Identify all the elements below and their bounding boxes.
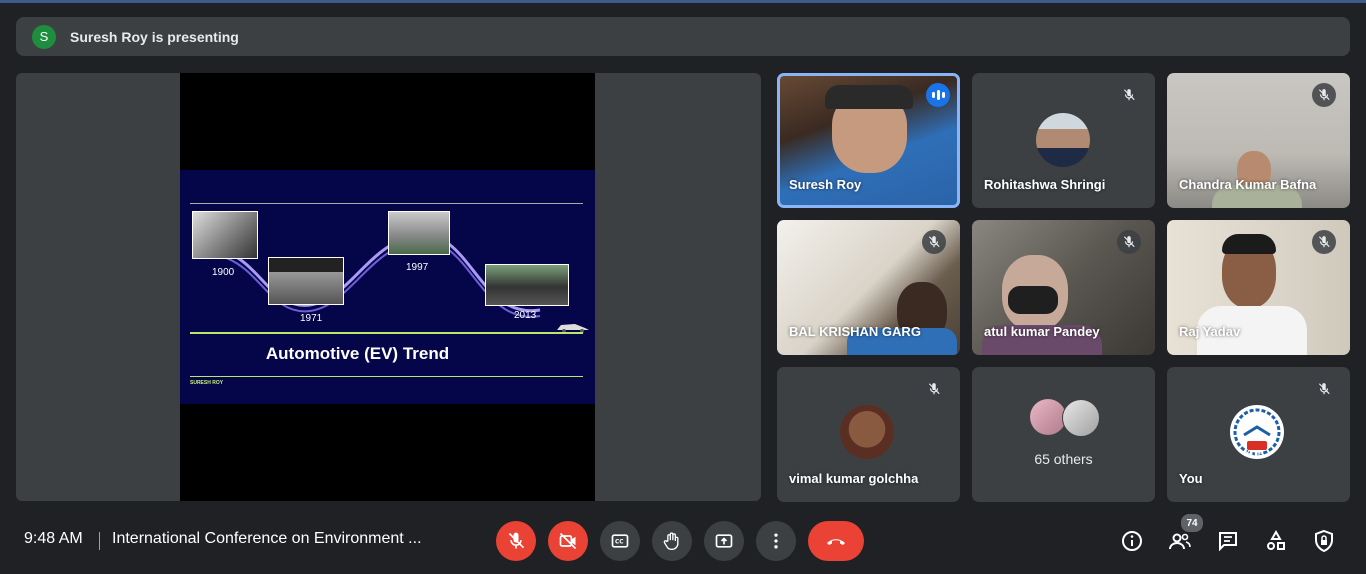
participant-tile-rohitashwa[interactable]: Rohitashwa Shringi (972, 73, 1155, 208)
slide-title: Automotive (EV) Trend (265, 344, 450, 363)
logo-text: KITE (1245, 449, 1264, 458)
speaking-indicator-icon (926, 83, 950, 107)
present-screen-button[interactable] (704, 521, 744, 561)
participant-tile-chandra[interactable]: Chandra Kumar Bafna (1167, 73, 1350, 208)
mic-off-icon (1117, 230, 1141, 254)
avatar (1030, 399, 1066, 435)
cap-shape (825, 85, 913, 109)
hand-icon (663, 532, 679, 550)
car-1971-photo (268, 257, 344, 305)
avatar (840, 405, 894, 459)
top-accent-line (0, 0, 1366, 3)
year-label: 2013 (514, 310, 537, 321)
more-options-button[interactable] (756, 521, 796, 561)
slide: 1900 1971 1997 2013 Automotive (EV) Tren… (180, 170, 595, 404)
host-controls-button[interactable] (1310, 527, 1338, 555)
year-label: 1971 (300, 313, 323, 324)
svg-text:CC: CC (615, 540, 624, 546)
participant-tile-bal-krishan[interactable]: BAL KRISHAN GARG (777, 220, 960, 355)
slide-author: SURESH ROY (190, 380, 224, 386)
activities-icon (1267, 529, 1285, 550)
meeting-title: International Conference on Environment … (112, 530, 422, 547)
presenting-banner: S Suresh Roy is presenting (16, 17, 1350, 56)
mic-off-icon (508, 532, 525, 549)
year-label: 1997 (406, 262, 429, 273)
participant-name: Chandra Kumar Bafna (1179, 177, 1317, 192)
shield-lock-icon (1315, 529, 1333, 553)
activities-button[interactable] (1262, 527, 1290, 555)
presenting-text: Suresh Roy is presenting (70, 28, 239, 45)
avatar (1062, 399, 1100, 437)
participant-name: Rohitashwa Shringi (984, 177, 1106, 192)
slide-top-rule (190, 203, 583, 204)
car-1997-photo (388, 211, 450, 255)
divider (99, 532, 100, 550)
leave-call-button[interactable] (808, 521, 864, 561)
slide-green-rule (190, 332, 583, 334)
participant-name: vimal kumar golchha (789, 471, 919, 486)
shared-screen: 1900 1971 1997 2013 Automotive (EV) Tren… (180, 73, 595, 501)
face-mask-shape (1008, 286, 1058, 314)
participant-tile-others[interactable]: 65 others (972, 367, 1155, 502)
participant-name: BAL KRISHAN GARG (789, 324, 921, 339)
mic-off-icon (1312, 83, 1336, 107)
car-2013-photo (485, 264, 569, 306)
participant-tile-raj[interactable]: Raj Yadav (1167, 220, 1350, 355)
mic-off-icon (1312, 377, 1336, 401)
participant-name: You (1179, 471, 1203, 486)
participant-count-badge: 74 (1180, 513, 1204, 533)
chat-button[interactable] (1214, 527, 1242, 555)
participant-tile-you[interactable]: KITE You (1167, 367, 1350, 502)
camera-toggle-button[interactable] (548, 521, 588, 561)
mic-toggle-button[interactable] (496, 521, 536, 561)
mic-off-icon (922, 230, 946, 254)
clock: 9:48 AM (24, 530, 83, 547)
mic-off-icon (1312, 230, 1336, 254)
avatar (1036, 113, 1090, 167)
captions-icon: CC (611, 534, 629, 548)
participant-tile-suresh-roy[interactable]: Suresh Roy (777, 73, 960, 208)
participant-tile-atul[interactable]: atul kumar Pandey (972, 220, 1155, 355)
present-icon (715, 534, 733, 548)
more-vert-icon (774, 533, 778, 549)
participant-tile-vimal[interactable]: vimal kumar golchha (777, 367, 960, 502)
camera-off-icon (559, 532, 577, 550)
mic-off-icon (922, 377, 946, 401)
participant-name: Raj Yadav (1179, 324, 1241, 339)
participant-name: Suresh Roy (789, 177, 862, 192)
hang-up-icon (827, 539, 845, 545)
participant-name: atul kumar Pandey (984, 324, 1100, 339)
others-count: 65 others (1034, 451, 1093, 467)
presenter-avatar: S (32, 24, 56, 49)
mic-off-icon (1117, 83, 1141, 107)
slide-bottom-rule (190, 376, 583, 377)
car-1900-photo (192, 211, 258, 259)
raise-hand-button[interactable] (652, 521, 692, 561)
presentation-stage[interactable]: 1900 1971 1997 2013 Automotive (EV) Tren… (16, 73, 761, 501)
info-icon (1122, 531, 1142, 551)
bottom-toolbar: 9:48 AM International Conference on Envi… (0, 510, 1366, 574)
chat-icon (1219, 532, 1237, 552)
year-label: 1900 (212, 267, 235, 278)
hair-shape (1222, 234, 1276, 254)
meeting-details-button[interactable] (1118, 527, 1146, 555)
captions-button[interactable]: CC (600, 521, 640, 561)
